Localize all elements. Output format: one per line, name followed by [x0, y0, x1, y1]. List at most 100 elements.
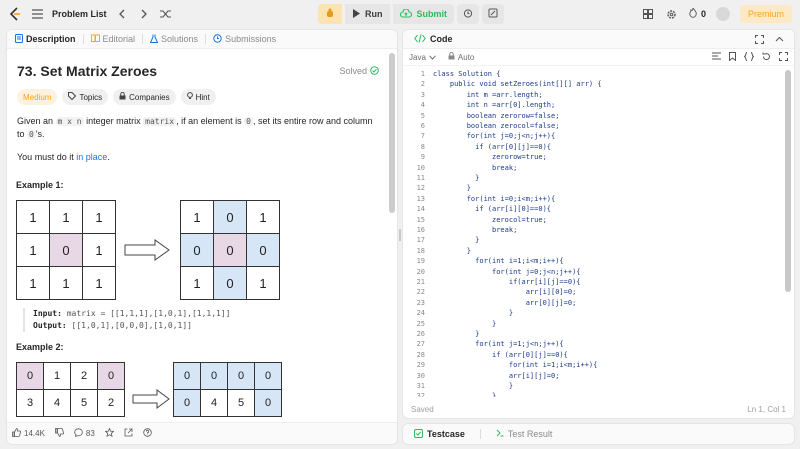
tag-label: Hint: [195, 92, 210, 102]
tab-test-result[interactable]: Test Result: [493, 429, 556, 439]
reset-icon[interactable]: [762, 52, 771, 63]
grid-cell: 1: [246, 200, 280, 234]
terminal-icon: [496, 429, 504, 439]
fullscreen-icon[interactable]: [779, 51, 788, 63]
grid-cell: 1: [82, 200, 116, 234]
like-button[interactable]: 14.4K: [12, 428, 45, 439]
line-number: 21: [416, 278, 425, 286]
description-scrollbar[interactable]: [389, 53, 395, 213]
tab-description[interactable]: Description: [12, 33, 79, 45]
leetcode-logo-icon[interactable]: [8, 6, 22, 22]
grid-row: 0000: [173, 362, 282, 390]
tab-solutions[interactable]: Solutions: [147, 34, 201, 45]
tag-label: Topics: [79, 92, 103, 102]
bookmark-icon[interactable]: [729, 51, 736, 63]
line-number: 32: [416, 392, 425, 397]
line-number: 31: [416, 382, 425, 390]
tab-divider: [205, 34, 207, 44]
problem-list-button[interactable]: Problem List: [52, 9, 107, 19]
line-number: 27: [416, 340, 425, 349]
next-problem-icon[interactable]: [137, 7, 151, 21]
autosave-indicator[interactable]: Auto: [448, 51, 474, 62]
grid-cell: 0: [213, 233, 247, 267]
grid-cell: 4: [200, 389, 228, 417]
code-text: }: [433, 236, 480, 245]
code-text: if (arr[i][0]==0){: [433, 205, 552, 214]
difficulty-badge[interactable]: Medium: [17, 89, 58, 105]
notes-button[interactable]: [482, 4, 504, 24]
comment-count: 83: [85, 429, 95, 438]
timer-button[interactable]: [457, 4, 479, 24]
braces-icon[interactable]: [742, 51, 756, 63]
settings-gear-icon[interactable]: [665, 7, 679, 21]
document-icon: [15, 33, 23, 45]
code-text: }: [433, 246, 471, 255]
cloud-upload-icon: [399, 8, 412, 20]
code-text: class Solution {: [433, 70, 501, 78]
line-number: 9: [420, 153, 425, 162]
tab-editorial[interactable]: Editorial: [88, 34, 139, 44]
in-place-note: You must do it in place.: [17, 151, 379, 163]
example-2-heading: Example 2:: [16, 342, 64, 352]
tab-testcase[interactable]: Testcase: [411, 428, 468, 440]
editor-scrollbar[interactable]: [785, 70, 791, 292]
in-place-link[interactable]: in place: [76, 152, 107, 162]
streak-counter[interactable]: 0: [689, 6, 706, 20]
thumbs-down-icon: [55, 428, 64, 439]
editor-status-bar: Saved Ln 1, Col 1: [403, 400, 794, 418]
list-icon[interactable]: [30, 7, 44, 21]
prev-problem-icon[interactable]: [115, 7, 129, 21]
favorite-button[interactable]: [104, 427, 115, 439]
topics-tag[interactable]: Topics: [62, 89, 109, 105]
tab-label: Description: [26, 34, 76, 44]
run-button[interactable]: Run: [345, 4, 390, 24]
grid-row: 0450: [173, 389, 282, 417]
user-avatar[interactable]: [715, 7, 730, 21]
code-text: if (arr[0][j]==0){: [433, 142, 552, 151]
tab-submissions[interactable]: Submissions: [210, 33, 279, 45]
run-label: Run: [365, 9, 383, 19]
share-button[interactable]: [124, 428, 133, 439]
line-number: 19: [416, 257, 425, 266]
maximize-icon[interactable]: [752, 32, 766, 46]
fire-icon: [689, 6, 697, 20]
format-icon[interactable]: [712, 52, 721, 62]
help-button[interactable]: [143, 428, 152, 439]
grid-cell: 3: [16, 389, 44, 417]
output-value: [[1,0,1],[0,0,0],[1,0,1]]: [71, 321, 192, 330]
dislike-button[interactable]: [55, 428, 64, 439]
line-number: 7: [420, 132, 425, 141]
code-panel: Code Java Auto 1 class Solution {2 publ…: [402, 29, 795, 419]
submit-button[interactable]: Submit: [392, 4, 454, 24]
grid-cell: 2: [70, 362, 98, 390]
grid-cell: 0: [173, 362, 201, 390]
tab-label: Editorial: [102, 34, 136, 44]
shuffle-icon[interactable]: [159, 7, 173, 21]
code-editor[interactable]: 1 class Solution {2 public void setZeroes…: [403, 67, 794, 397]
comments-button[interactable]: 83: [74, 428, 95, 439]
line-number: 23: [416, 298, 425, 307]
grid-cell: 0: [213, 200, 247, 234]
debug-button[interactable]: [318, 4, 342, 24]
grid-row: 000: [180, 233, 280, 267]
tab-code[interactable]: Code: [411, 33, 456, 45]
line-number: 20: [416, 267, 425, 276]
chevron-up-icon[interactable]: [772, 32, 786, 46]
inline-code: matrix: [143, 117, 177, 126]
language-select[interactable]: Java: [409, 53, 436, 62]
alarm-clock-icon: [463, 8, 473, 20]
hint-tag[interactable]: Hint: [180, 89, 216, 105]
code-text: }: [433, 330, 480, 338]
companies-tag[interactable]: Companies: [113, 89, 176, 105]
testcase-panel: Testcase Test Result: [402, 423, 795, 445]
inline-code: 0: [27, 130, 36, 139]
line-number: 28: [416, 350, 425, 359]
grid-cell: 0: [173, 389, 201, 417]
layout-grid-icon[interactable]: [641, 7, 655, 21]
premium-button[interactable]: Premium: [739, 5, 792, 23]
line-number: 5: [420, 111, 425, 120]
code-text: int n =arr[0].length;: [433, 101, 556, 110]
tab-label: Code: [430, 34, 453, 44]
streak-count: 0: [700, 9, 706, 19]
problem-title[interactable]: 73. Set Matrix Zeroes: [17, 63, 157, 79]
